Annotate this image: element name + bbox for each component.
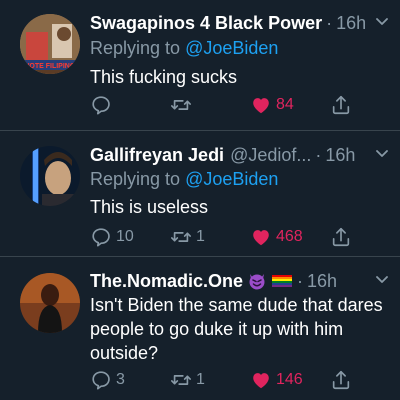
share-button[interactable] bbox=[330, 368, 352, 392]
chevron-down-icon[interactable] bbox=[374, 146, 390, 162]
separator-dot: · bbox=[326, 12, 333, 33]
separator-dot: · bbox=[315, 144, 322, 165]
reply-button[interactable] bbox=[90, 93, 116, 117]
avatar[interactable] bbox=[20, 273, 80, 333]
share-button[interactable] bbox=[330, 93, 352, 117]
action-bar: 84 bbox=[90, 93, 390, 117]
retweet-button[interactable] bbox=[170, 93, 196, 117]
avatar[interactable]: VOTE FILIPINO bbox=[20, 14, 80, 74]
rainbow-flag-icon bbox=[272, 275, 293, 287]
tweet-header: Gallifreyan Jedi @Jediof... · 16h bbox=[90, 142, 388, 168]
tweet-header: Swagapinos 4 Black Power · 16h bbox=[90, 10, 388, 36]
smiling-devil-icon bbox=[249, 274, 265, 290]
replying-to-label: Replying to bbox=[90, 38, 186, 58]
heart-icon bbox=[253, 230, 269, 246]
tweet-1[interactable]: VOTE FILIPINO Swagapinos 4 Black Power ·… bbox=[0, 0, 400, 130]
retweet-icon bbox=[171, 375, 191, 385]
reply-button[interactable]: 10 bbox=[90, 225, 134, 249]
like-count: 146 bbox=[276, 371, 303, 388]
display-name[interactable]: Gallifreyan Jedi bbox=[90, 145, 224, 166]
like-button[interactable]: 84 bbox=[250, 93, 294, 117]
timestamp[interactable]: 16h bbox=[325, 145, 355, 166]
chevron-down-icon[interactable] bbox=[374, 14, 390, 30]
reply-count: 3 bbox=[116, 371, 125, 388]
display-name[interactable]: The.Nomadic.One bbox=[90, 271, 243, 292]
mention-link[interactable]: @JoeBiden bbox=[185, 38, 278, 58]
retweet-button[interactable]: 1 bbox=[170, 368, 205, 392]
user-handle[interactable]: @Jediof... bbox=[230, 145, 311, 166]
tweet-2[interactable]: Gallifreyan Jedi @Jediof... · 16h Replyi… bbox=[0, 131, 400, 256]
tweet-header: The.Nomadic.One · 16h bbox=[90, 268, 388, 294]
replying-to: Replying to @JoeBiden bbox=[90, 38, 278, 59]
like-button[interactable]: 468 bbox=[250, 225, 303, 249]
reply-count: 10 bbox=[116, 228, 134, 245]
avatar-image bbox=[20, 273, 80, 333]
timestamp[interactable]: 16h bbox=[336, 13, 366, 34]
share-icon bbox=[332, 227, 350, 247]
timestamp[interactable]: 16h bbox=[307, 271, 337, 292]
tweet-text: This is useless bbox=[90, 197, 209, 217]
mention-link[interactable]: @JoeBiden bbox=[185, 169, 278, 189]
avatar[interactable] bbox=[20, 146, 80, 206]
replying-to: Replying to @JoeBiden bbox=[90, 169, 278, 190]
reply-icon bbox=[92, 96, 110, 115]
like-button[interactable]: 146 bbox=[250, 368, 303, 392]
tweet-text: Isn't Biden the same dude that dares peo… bbox=[90, 295, 383, 363]
reply-icon bbox=[92, 228, 110, 247]
heart-icon bbox=[253, 373, 269, 389]
avatar-image: VOTE FILIPINO bbox=[20, 14, 80, 74]
separator-dot: · bbox=[297, 270, 304, 291]
retweet-count: 1 bbox=[196, 228, 205, 245]
retweet-icon bbox=[171, 100, 191, 110]
tweet-3[interactable]: The.Nomadic.One · 16h Isn't Biden the sa… bbox=[0, 257, 400, 400]
display-name[interactable]: Swagapinos 4 Black Power bbox=[90, 13, 322, 34]
reply-button[interactable]: 3 bbox=[90, 368, 125, 392]
like-count: 468 bbox=[276, 228, 303, 245]
reply-icon bbox=[92, 371, 110, 390]
retweet-icon bbox=[171, 232, 191, 242]
chevron-down-icon[interactable] bbox=[374, 272, 390, 288]
share-button[interactable] bbox=[330, 225, 352, 249]
replying-to-label: Replying to bbox=[90, 169, 186, 189]
action-bar: 3 1 146 bbox=[90, 368, 390, 392]
retweet-button[interactable]: 1 bbox=[170, 225, 205, 249]
avatar-caption: VOTE FILIPINO bbox=[25, 63, 76, 70]
tweet-text: This fucking sucks bbox=[90, 67, 238, 87]
like-count: 84 bbox=[276, 96, 294, 113]
share-icon bbox=[332, 95, 350, 115]
action-bar: 10 1 468 bbox=[90, 225, 390, 249]
avatar-image bbox=[20, 146, 80, 206]
retweet-count: 1 bbox=[196, 371, 205, 388]
heart-icon bbox=[253, 98, 269, 114]
share-icon bbox=[332, 370, 350, 390]
